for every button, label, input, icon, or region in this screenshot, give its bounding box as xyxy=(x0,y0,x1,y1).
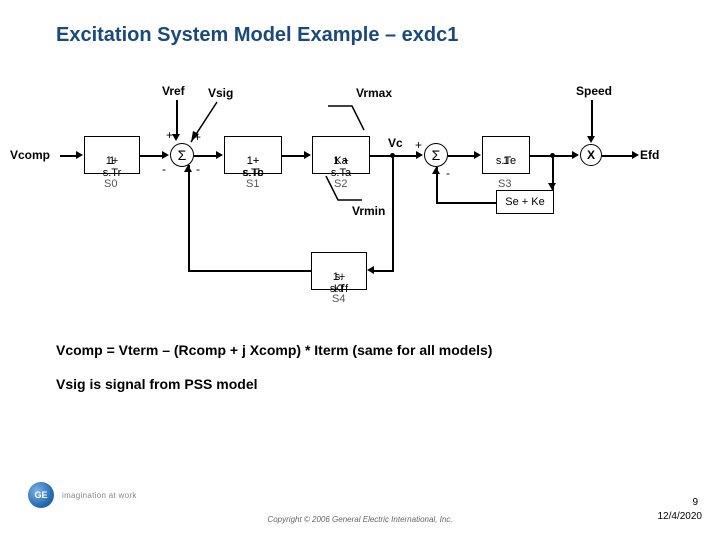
sum-junction-2: Σ xyxy=(424,143,448,167)
page-title: Excitation System Model Example – exdc1 xyxy=(56,24,458,47)
slide: Excitation System Model Example – exdc1 … xyxy=(0,0,720,540)
sign-minus: - xyxy=(446,166,450,180)
label-speed: Speed xyxy=(576,84,612,98)
arrow-icon xyxy=(587,136,595,143)
label-s1: S1 xyxy=(246,178,259,190)
block-s3: 1 s.Te xyxy=(482,136,530,174)
label-vrmax: Vrmax xyxy=(356,86,392,100)
arrow-icon xyxy=(416,151,423,159)
ge-logo-icon: GE xyxy=(28,482,54,508)
arrow-icon xyxy=(572,151,579,159)
tagline: imagination at work xyxy=(62,491,137,500)
block-s1: 1+ s.Tc 1+ s.Tb xyxy=(224,136,282,174)
equation-vsig: Vsig is signal from PSS model xyxy=(56,376,258,392)
arrow-icon xyxy=(632,151,639,159)
label-vsig: Vsig xyxy=(208,86,233,100)
label-s4: S4 xyxy=(332,293,345,305)
block-diagram: Vcomp 1 1+ s.Tr S0 Σ - + + - Vref Vsig xyxy=(60,80,660,300)
sign-minus: - xyxy=(196,162,200,176)
arrow-icon xyxy=(172,134,180,141)
block-s4: s. Kf 1+ s.Tf xyxy=(311,252,367,290)
arrow-icon xyxy=(548,183,556,190)
sign-plus: + xyxy=(415,138,422,152)
label-vref: Vref xyxy=(162,84,185,98)
label-s0: S0 xyxy=(104,178,117,190)
arrow-icon xyxy=(216,151,223,159)
block-se-ke: Se + Ke xyxy=(496,190,554,214)
label-vrmin: Vrmin xyxy=(352,204,385,218)
arrow-icon xyxy=(367,266,374,274)
label-efd: Efd xyxy=(640,148,659,162)
page-number: 9 xyxy=(692,497,698,508)
footer-date: 12/4/2020 xyxy=(658,511,703,522)
sign-minus: - xyxy=(162,162,166,176)
block-s0: 1 1+ s.Tr xyxy=(84,136,140,174)
arrow-icon xyxy=(162,151,169,159)
arrow-icon xyxy=(76,151,83,159)
footer: GE imagination at work Copyright © 2006 … xyxy=(0,482,720,526)
arrow-icon xyxy=(474,151,481,159)
arrow-icon xyxy=(184,165,192,172)
label-vcomp: Vcomp xyxy=(10,148,50,162)
mult-junction: X xyxy=(580,144,602,166)
arrow-icon xyxy=(432,167,440,174)
equation-vcomp: Vcomp = Vterm – (Rcomp + j Xcomp) * Iter… xyxy=(56,342,492,358)
copyright: Copyright © 2006 General Electric Intern… xyxy=(267,515,452,524)
label-vc: Vc xyxy=(388,136,403,150)
label-s3: S3 xyxy=(498,178,511,190)
logo-wrap: GE imagination at work xyxy=(28,482,137,508)
